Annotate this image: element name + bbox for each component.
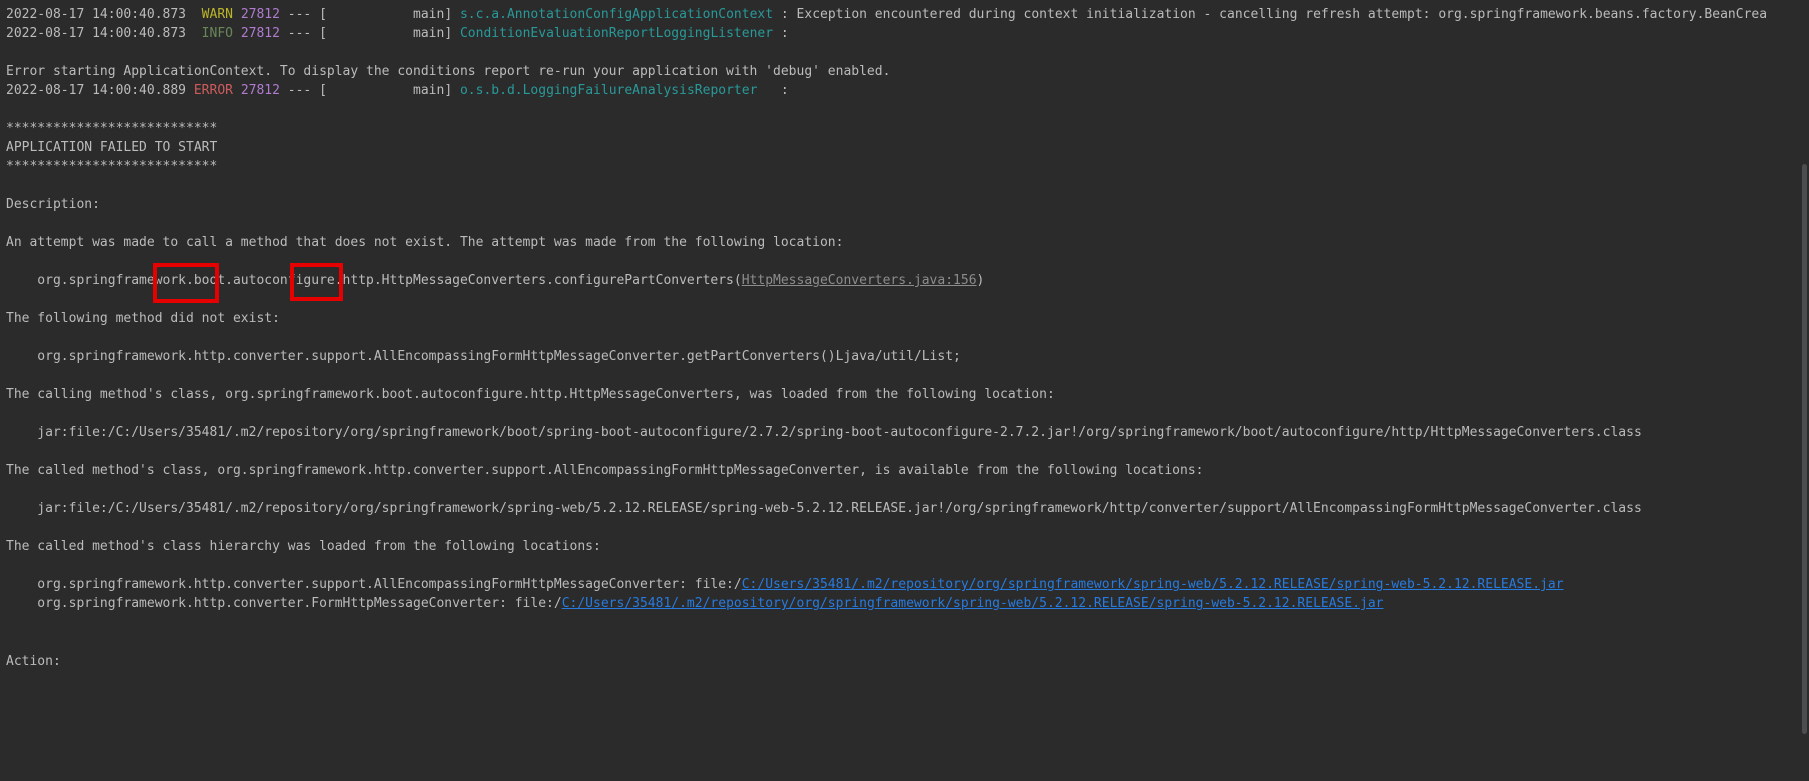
log-timestamp: 2022-08-17 14:00:40.873 — [6, 7, 187, 22]
log-level: WARN — [201, 7, 233, 22]
highlight-box-boot — [153, 263, 219, 303]
log-thread: --- [ main] — [287, 83, 453, 98]
attempt-text: An attempt was made to call a method tha… — [6, 235, 844, 250]
hierarchy-prefix: org.springframework.http.converter.FormH… — [6, 596, 562, 611]
call-location-suffix: ) — [976, 273, 985, 288]
call-location-prefix: org.springframework.boot.autoconfigure.h… — [6, 273, 742, 288]
stars-top: *************************** — [6, 121, 218, 136]
log-pid: 27812 — [240, 83, 280, 98]
log-message: : Exception encountered during context i… — [773, 7, 1768, 22]
missing-method: org.springframework.http.converter.suppo… — [6, 349, 961, 364]
called-jar-path: jar:file:/C:/Users/35481/.m2/repository/… — [6, 501, 1642, 516]
description-heading: Description: — [6, 197, 100, 212]
log-timestamp: 2022-08-17 14:00:40.889 — [6, 83, 187, 98]
log-line-info: 2022-08-17 14:00:40.873 INFO 27812 --- [… — [6, 24, 789, 44]
not-exist-text: The following method did not exist: — [6, 311, 280, 326]
stars-bottom: *************************** — [6, 159, 218, 174]
hierarchy-line-1: org.springframework.http.converter.suppo… — [6, 575, 1564, 595]
log-message: : — [757, 83, 789, 98]
log-pid: 27812 — [240, 7, 280, 22]
scrollbar-thumb[interactable] — [1802, 164, 1807, 734]
calling-class-text: The calling method's class, org.springfr… — [6, 387, 1055, 402]
hierarchy-line-2: org.springframework.http.converter.FormH… — [6, 594, 1384, 614]
jar-link[interactable]: C:/Users/35481/.m2/repository/org/spring… — [562, 596, 1384, 611]
hierarchy-prefix: org.springframework.http.converter.suppo… — [6, 577, 742, 592]
highlight-box-http — [290, 263, 343, 301]
action-heading: Action: — [6, 654, 61, 669]
console-output: 2022-08-17 14:00:40.873 WARN 27812 --- [… — [0, 0, 1800, 781]
log-level: INFO — [201, 26, 233, 41]
hierarchy-text: The called method's class hierarchy was … — [6, 539, 601, 554]
log-thread: --- [ main] — [287, 26, 453, 41]
log-logger[interactable]: ConditionEvaluationReportLoggingListener — [460, 26, 773, 41]
log-level: ERROR — [193, 83, 233, 98]
log-line-error: 2022-08-17 14:00:40.889 ERROR 27812 --- … — [6, 81, 789, 101]
failed-title: APPLICATION FAILED TO START — [6, 140, 218, 155]
log-timestamp: 2022-08-17 14:00:40.873 — [6, 26, 187, 41]
calling-jar-path: jar:file:/C:/Users/35481/.m2/repository/… — [6, 425, 1642, 440]
log-line-warn: 2022-08-17 14:00:40.873 WARN 27812 --- [… — [6, 5, 1767, 25]
vertical-scrollbar[interactable] — [1800, 0, 1809, 781]
log-logger[interactable]: o.s.b.d.LoggingFailureAnalysisReporter — [460, 83, 757, 98]
log-message: : — [773, 26, 789, 41]
log-pid: 27812 — [240, 26, 280, 41]
jar-link[interactable]: C:/Users/35481/.m2/repository/org/spring… — [742, 577, 1564, 592]
source-file-link[interactable]: HttpMessageConverters.java:156 — [742, 273, 977, 288]
error-starting-line: Error starting ApplicationContext. To di… — [6, 64, 891, 79]
called-class-text: The called method's class, org.springfra… — [6, 463, 1204, 478]
log-logger[interactable]: s.c.a.AnnotationConfigApplicationContext — [460, 7, 773, 22]
log-thread: --- [ main] — [287, 7, 453, 22]
